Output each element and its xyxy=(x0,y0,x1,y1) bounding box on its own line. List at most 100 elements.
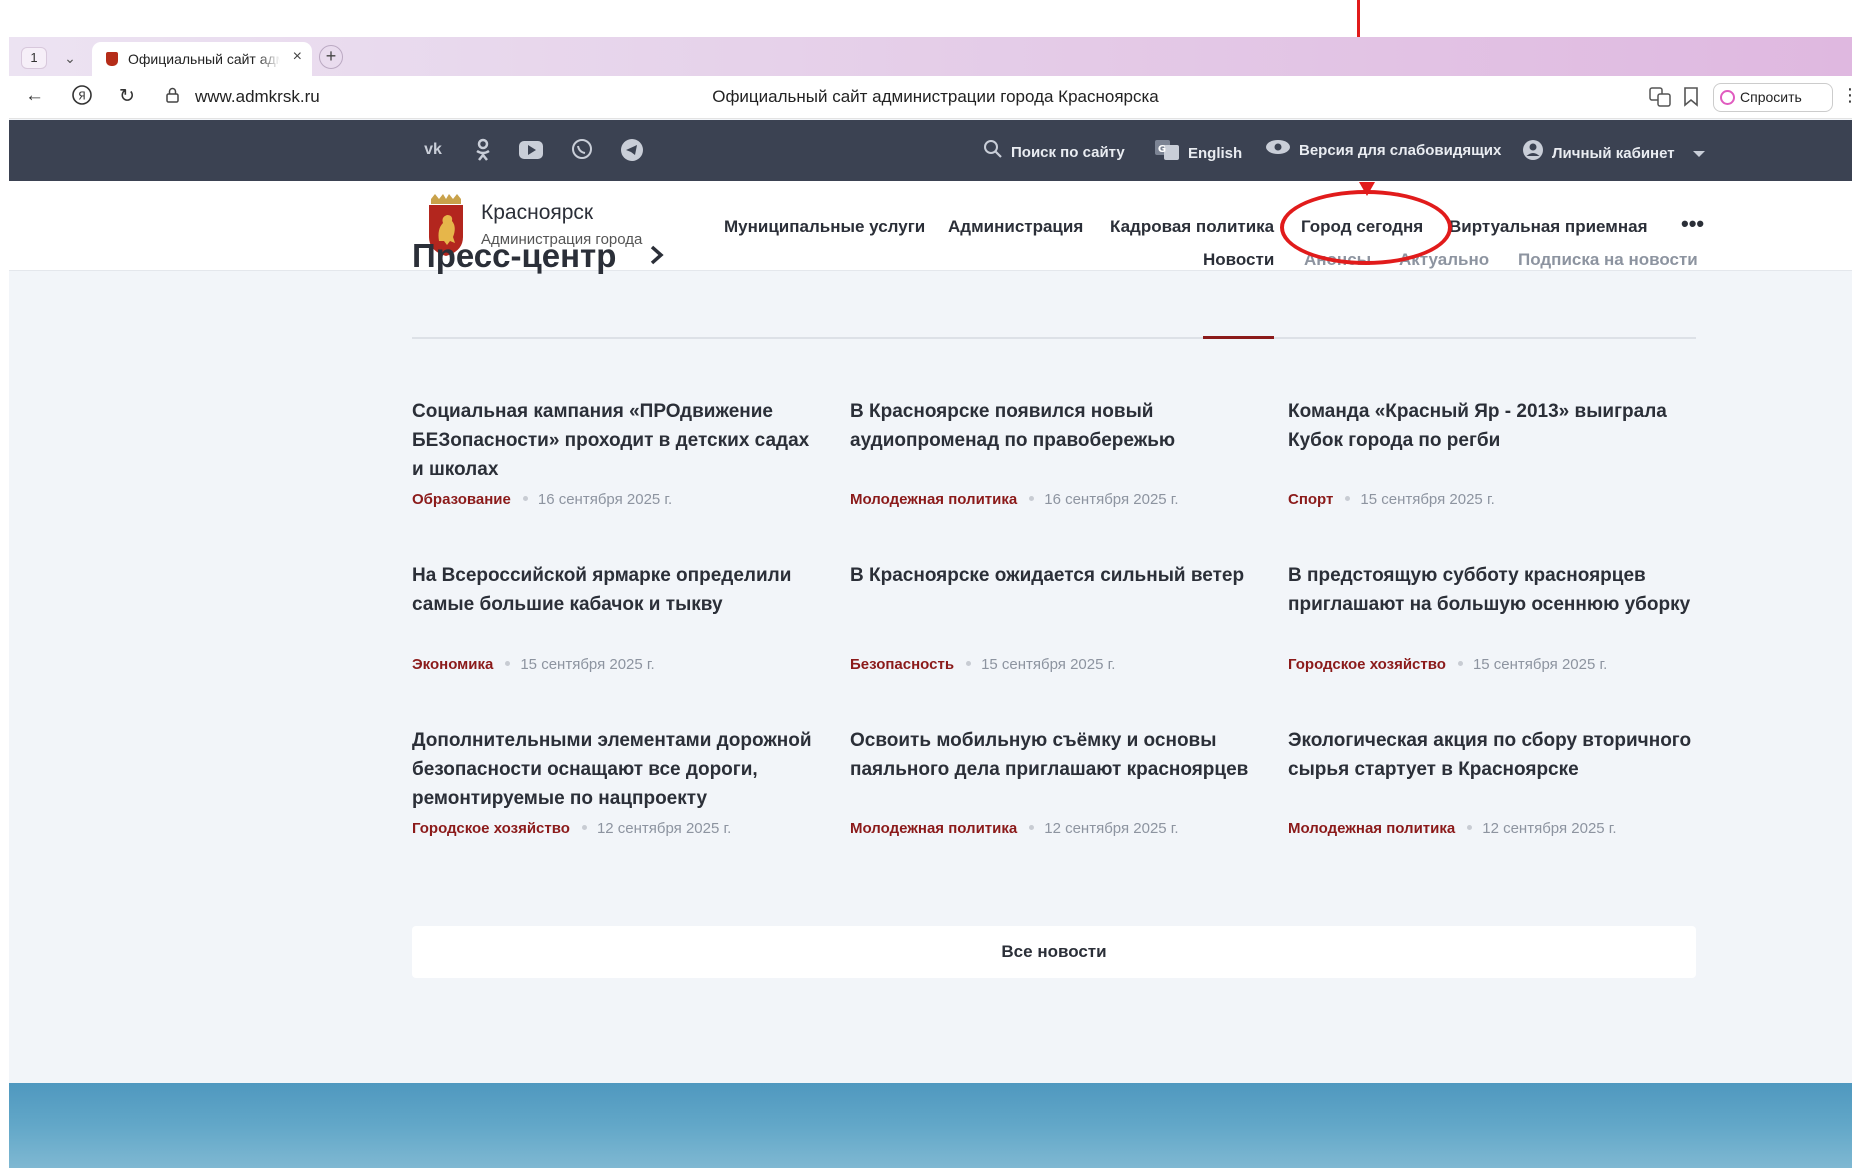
footer-banner xyxy=(9,1083,1852,1168)
viber-icon[interactable] xyxy=(570,138,594,162)
news-card[interactable]: Социальная кампания «ПРОдвижение БЕЗопас… xyxy=(412,397,824,527)
news-date: 15 сентября 2025 г. xyxy=(981,656,1116,673)
nav-personnel-policy[interactable]: Кадровая политика xyxy=(1110,217,1274,237)
news-category[interactable]: Спорт xyxy=(1288,491,1333,508)
english-link[interactable]: G English xyxy=(1154,139,1242,163)
news-card[interactable]: В предстоящую субботу красноярцев пригла… xyxy=(1288,561,1700,691)
accessibility-link[interactable]: Версия для слабовидящих xyxy=(1265,139,1501,163)
brand-name[interactable]: Красноярск xyxy=(481,201,593,225)
vk-icon[interactable]: vk xyxy=(421,138,445,162)
news-title[interactable]: Социальная кампания «ПРОдвижение БЕЗопас… xyxy=(412,397,824,484)
news-category[interactable]: Городское хозяйство xyxy=(1288,656,1446,673)
news-title[interactable]: В Красноярске ожидается сильный ветер xyxy=(850,561,1262,590)
news-date: 15 сентября 2025 г. xyxy=(1472,656,1608,673)
news-date: 15 сентября 2025 г. xyxy=(1360,491,1495,508)
news-category[interactable]: Молодежная политика xyxy=(850,820,1017,837)
annotation-arrowhead xyxy=(1359,182,1375,196)
news-meta: Молодежная политика 16 сентября 2025 г. xyxy=(850,491,1179,508)
svg-text:G: G xyxy=(1158,144,1166,155)
tab-list-chevron-icon[interactable]: ⌄ xyxy=(57,47,83,69)
translate-language-icon: G xyxy=(1154,139,1180,169)
nav-municipal-services[interactable]: Муниципальные услуги xyxy=(724,217,925,237)
news-title[interactable]: Дополнительными элементами дорожной безо… xyxy=(412,726,824,813)
tab-title: Официальный сайт администрации города Кр… xyxy=(128,51,280,67)
news-category[interactable]: Молодежная политика xyxy=(850,491,1017,508)
news-title[interactable]: В предстоящую субботу красноярцев пригла… xyxy=(1288,561,1700,619)
news-card[interactable]: Дополнительными элементами дорожной безо… xyxy=(412,726,824,856)
news-meta: Молодежная политика 12 сентября 2025 г. xyxy=(850,820,1179,837)
new-tab-button[interactable]: + xyxy=(319,45,343,69)
meta-separator xyxy=(966,661,972,667)
translate-icon[interactable] xyxy=(1649,87,1671,112)
address-page-title: Официальный сайт администрации города Кр… xyxy=(712,87,1159,106)
tab-strip: 1 ⌄ Официальный сайт администрации город… xyxy=(9,37,1852,76)
news-category[interactable]: Безопасность xyxy=(850,656,954,673)
meta-separator xyxy=(1029,496,1035,502)
news-card[interactable]: Освоить мобильную съёмку и основы паяльн… xyxy=(850,726,1262,856)
news-category[interactable]: Молодежная политика xyxy=(1288,820,1455,837)
news-title[interactable]: В Красноярске появился новый аудиопромен… xyxy=(850,397,1262,455)
news-category[interactable]: Образование xyxy=(412,491,511,508)
news-category[interactable]: Экономика xyxy=(412,656,493,673)
tab-subscribe[interactable]: Подписка на новости xyxy=(1518,250,1698,270)
news-date: 12 сентября 2025 г. xyxy=(1482,820,1617,837)
news-category[interactable]: Городское хозяйство xyxy=(412,820,570,837)
meta-separator xyxy=(1467,825,1473,831)
chevron-down-icon xyxy=(1692,151,1705,157)
news-date: 16 сентября 2025 г. xyxy=(1044,491,1179,508)
site-favicon-icon xyxy=(106,52,118,66)
meta-separator xyxy=(581,825,587,831)
news-title[interactable]: На Всероссийской ярмарке определили самы… xyxy=(412,561,824,619)
nav-administration[interactable]: Администрация xyxy=(948,217,1083,237)
personal-cabinet-label: Личный кабинет xyxy=(1552,144,1675,162)
browser-tab[interactable]: Официальный сайт администрации города Кр… xyxy=(92,42,312,76)
personal-cabinet-link[interactable]: Личный кабинет xyxy=(1522,139,1705,163)
english-label: English xyxy=(1188,144,1243,162)
youtube-icon[interactable] xyxy=(519,138,543,162)
meta-separator xyxy=(1345,496,1351,502)
tabs-divider xyxy=(412,337,1696,339)
chevron-right-icon[interactable] xyxy=(649,243,665,267)
news-meta: Городское хозяйство 15 сентября 2025 г. xyxy=(1288,656,1607,673)
ok-icon[interactable] xyxy=(471,138,495,162)
telegram-icon[interactable] xyxy=(620,138,644,162)
news-title[interactable]: Команда «Красный Яр - 2013» выиграла Куб… xyxy=(1288,397,1700,455)
news-date: 16 сентября 2025 г. xyxy=(537,491,673,508)
more-menu-icon[interactable]: ••• xyxy=(1681,211,1704,237)
user-icon xyxy=(1522,139,1544,169)
address-bar: ← Я ↻ www.admkrsk.ru Официальный сайт ад… xyxy=(9,76,1852,119)
ask-button[interactable]: Спросить xyxy=(1713,83,1833,112)
search-icon xyxy=(983,139,1003,167)
browser-menu-icon[interactable]: ⋮ xyxy=(1841,85,1852,106)
meta-separator xyxy=(522,496,528,502)
all-news-button[interactable]: Все новости xyxy=(412,926,1696,978)
active-tab-indicator xyxy=(1203,336,1274,339)
news-card[interactable]: Команда «Красный Яр - 2013» выиграла Куб… xyxy=(1288,397,1700,527)
site-search-link[interactable]: Поиск по сайту xyxy=(983,139,1125,163)
news-date: 12 сентября 2025 г. xyxy=(1044,820,1179,837)
tab-counter[interactable]: 1 xyxy=(21,47,47,69)
browser-window: 1 ⌄ Официальный сайт администрации город… xyxy=(9,37,1852,1168)
news-meta: Спорт 15 сентября 2025 г. xyxy=(1288,491,1495,508)
news-title[interactable]: Экологическая акция по сбору вторичного … xyxy=(1288,726,1700,784)
tab-news[interactable]: Новости xyxy=(1203,250,1274,270)
close-tab-icon[interactable]: × xyxy=(293,48,302,66)
ask-label: Спросить xyxy=(1740,89,1802,105)
bookmark-icon[interactable] xyxy=(1683,87,1699,112)
site-search-label: Поиск по сайту xyxy=(1011,143,1125,161)
nav-virtual-reception[interactable]: Виртуальная приемная xyxy=(1449,217,1648,237)
news-card[interactable]: В Красноярске ожидается сильный ветер Бе… xyxy=(850,561,1262,691)
meta-separator xyxy=(1457,661,1463,667)
accessibility-label: Версия для слабовидящих xyxy=(1299,142,1502,159)
news-card[interactable]: Экологическая акция по сбору вторичного … xyxy=(1288,726,1700,856)
news-title[interactable]: Освоить мобильную съёмку и основы паяльн… xyxy=(850,726,1262,784)
eye-icon xyxy=(1265,139,1291,163)
site-top-bar: vk Поиск по сайту G English Версия для сл… xyxy=(9,120,1852,181)
ask-icon xyxy=(1720,90,1735,105)
news-card[interactable]: В Красноярске появился новый аудиопромен… xyxy=(850,397,1262,527)
news-meta: Экономика 15 сентября 2025 г. xyxy=(412,656,655,673)
news-card[interactable]: На Всероссийской ярмарке определили самы… xyxy=(412,561,824,691)
news-meta: Образование 16 сентября 2025 г. xyxy=(412,491,672,508)
news-meta: Городское хозяйство 12 сентября 2025 г. xyxy=(412,820,731,837)
press-centre-title[interactable]: Пресс-центр xyxy=(412,237,616,275)
